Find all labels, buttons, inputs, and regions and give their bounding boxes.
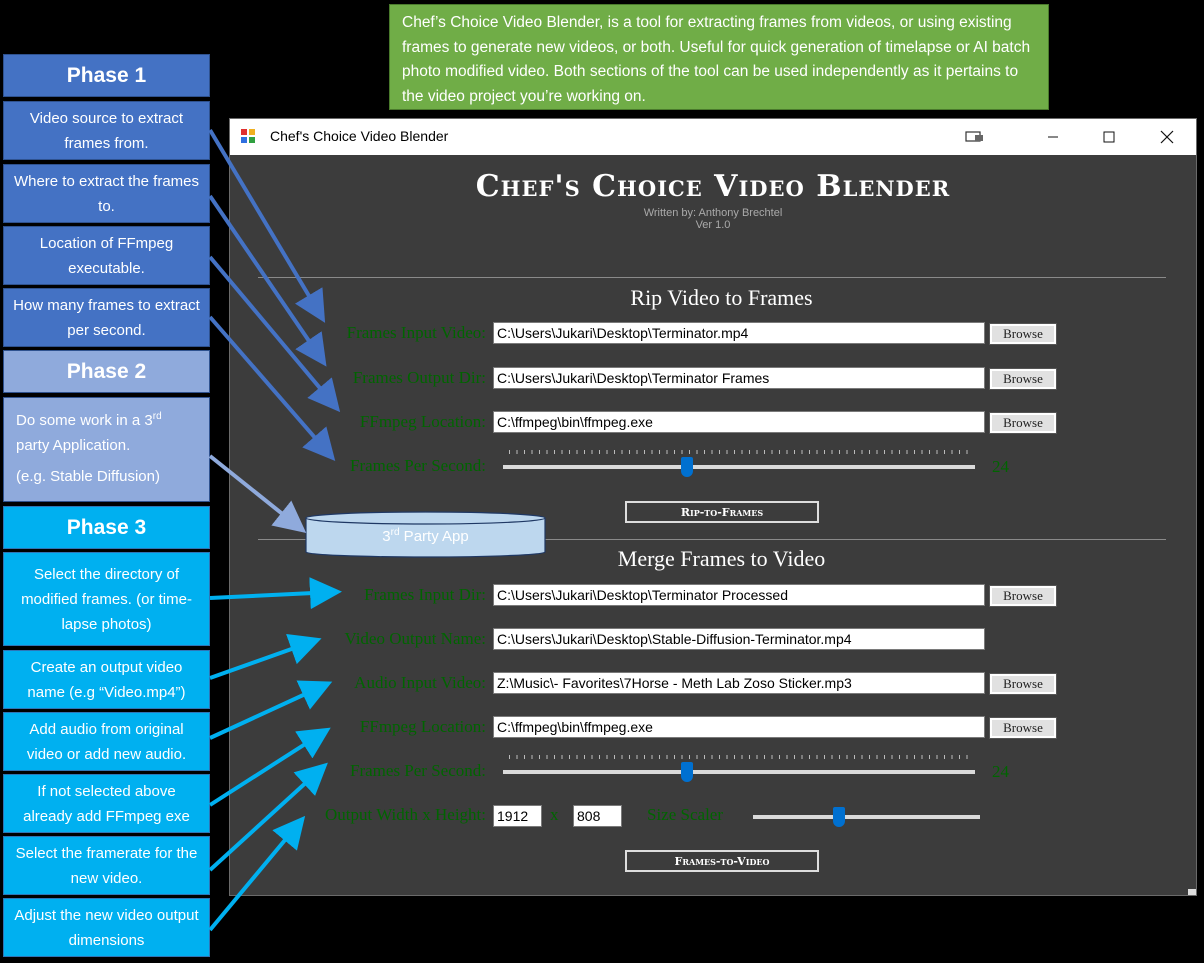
arrow-phase3-audio	[209, 680, 333, 740]
callout-arrows	[208, 128, 342, 932]
arrow-phase3-ffmpeg	[208, 727, 331, 807]
arrow-phase2-third-party	[208, 454, 307, 533]
arrow-phase3-output-name	[209, 633, 322, 680]
arrow-phase3-framerate	[208, 762, 328, 872]
arrow-phase3-dimensions	[208, 815, 306, 932]
arrow-phase3-frames-dir	[209, 577, 342, 610]
arrow-phase1-fps	[208, 315, 336, 462]
arrow-phase1-ffmpeg	[208, 255, 341, 413]
